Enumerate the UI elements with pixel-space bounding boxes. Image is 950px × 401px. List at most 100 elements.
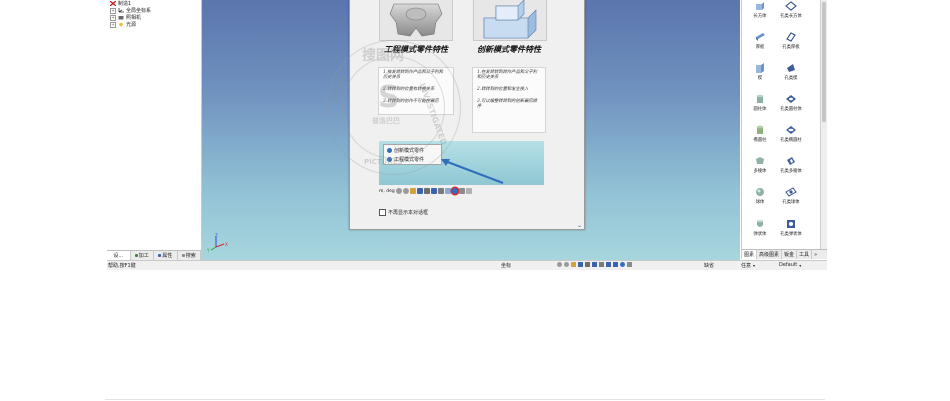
tab-more[interactable]: » xyxy=(812,250,819,259)
properties-icon xyxy=(158,254,162,257)
display-icon[interactable] xyxy=(606,262,611,267)
engineering-mode-heading: 工程模式零件特性 xyxy=(384,44,448,54)
machining-icon xyxy=(134,254,138,257)
tree-item-label: 照相机 xyxy=(126,15,142,21)
render-icon xyxy=(423,188,430,194)
palette-item-elliptic-hole[interactable]: 孔类椭圆柱 xyxy=(773,124,809,143)
elliptic-hole-icon xyxy=(786,126,796,134)
tree-item-label: 光源 xyxy=(126,22,137,28)
axis-label-y: Y xyxy=(207,248,210,253)
expand-icon[interactable]: + xyxy=(110,14,116,21)
box-hole-icon xyxy=(785,1,797,11)
thick-plate-icon xyxy=(756,33,765,41)
tree-item-label: 全局坐标系 xyxy=(126,8,152,14)
tab-label: 设... xyxy=(113,253,124,259)
tab-properties[interactable]: 属性 xyxy=(154,251,178,260)
tab-design[interactable]: 设... xyxy=(107,251,131,260)
mode-popup-menu: 创新模式零件 工程模式零件 xyxy=(383,144,442,165)
tab-machining[interactable]: 加工 xyxy=(131,251,154,260)
palette-item-box-hole[interactable]: 孔类长方体 xyxy=(773,0,809,19)
palette-scrollbar[interactable] xyxy=(820,0,827,249)
more-tabs-icon: » xyxy=(814,251,818,258)
palette-label: 孔类厚板 xyxy=(782,45,800,50)
popup-item-engineering: 工程模式零件 xyxy=(387,156,424,163)
palette-label: 圆柱体 xyxy=(753,107,767,112)
dont-show-label: 不再显示本对话框 xyxy=(388,210,429,216)
toolbar-preview-image: 创新模式零件 工程模式零件 xyxy=(379,141,544,185)
palette-label: 孔类椭圆柱 xyxy=(780,138,802,143)
tab-label: 钣金 xyxy=(784,252,795,258)
engineering-mode-image[interactable] xyxy=(379,0,453,41)
tree-item-coordinate[interactable]: + 全局坐标系 xyxy=(110,7,151,14)
palette-item-wedge-hole[interactable]: 孔类楔 xyxy=(773,62,809,81)
innovation-point: 1.在发转转到转作产品和父子利和历史关系 xyxy=(477,70,537,80)
elliptic-cylinder-icon xyxy=(757,125,763,134)
zoom-window-icon[interactable] xyxy=(564,262,569,267)
tree-item-part[interactable]: 制造1 xyxy=(110,0,131,7)
plate-hole-icon xyxy=(786,32,796,42)
part-mode-icon xyxy=(451,188,458,194)
palette-item-plate-hole[interactable]: 孔类厚板 xyxy=(773,31,809,50)
palette-item-sphere-hole[interactable]: 孔类球体 xyxy=(773,186,809,205)
sphere-hole-icon xyxy=(785,187,797,197)
polyhedron-icon xyxy=(756,157,764,164)
tree-item-light[interactable]: + 光源 xyxy=(110,21,136,28)
innovation-mode-heading: 创新模式零件特性 xyxy=(477,44,541,54)
coordinate-label: 坐标 xyxy=(501,263,512,269)
palette-label: 孔类长方体 xyxy=(780,14,802,19)
tab-sheet-metal[interactable]: 钣金 xyxy=(782,250,798,259)
pointer-icon[interactable] xyxy=(627,262,632,267)
palette-label: 椭圆柱 xyxy=(753,138,767,143)
engineering-point: 2.转转到的位置有转换关系 xyxy=(383,87,435,92)
innovation-mode-image[interactable] xyxy=(473,0,547,41)
view-icon[interactable] xyxy=(578,262,583,267)
expand-icon[interactable]: + xyxy=(110,21,116,28)
left-panel-tabs: 设... 加工 属性 搜索 xyxy=(107,250,201,260)
default-select[interactable]: Default ▾ xyxy=(779,262,801,268)
pan-icon[interactable] xyxy=(571,262,576,267)
palette-label: 弹状体 xyxy=(753,232,767,237)
wedge-icon xyxy=(756,63,764,73)
zoom-icon[interactable] xyxy=(557,262,562,267)
palette-item-capsule-hole[interactable]: 孔类弹状体 xyxy=(773,218,809,237)
innovation-part-icon xyxy=(387,148,392,153)
tab-label: 工具 xyxy=(799,252,810,258)
measure-icon xyxy=(437,188,444,194)
tab-tools[interactable]: 工具 xyxy=(797,250,813,259)
tab-label: 属性 xyxy=(162,253,173,259)
filter-select[interactable]: 任意 ▾ xyxy=(741,262,755,269)
palette-label: 孔类圆柱体 xyxy=(780,107,802,112)
cylinder-hole-icon xyxy=(786,95,796,103)
tab-advanced-primitives[interactable]: 高级图素 xyxy=(757,250,783,259)
design-element-palette: 长方体 孔类长方体 厚板 孔类厚板 楔 孔类楔 圆柱体 孔类圆柱体 椭圆柱 孔类… xyxy=(741,0,827,259)
tab-primitives[interactable]: 图素 xyxy=(742,250,758,259)
innovation-point: 3.可以编整转转到的创新最后顺序 xyxy=(477,99,537,109)
render-icon[interactable] xyxy=(585,262,590,267)
palette-tabs: 图素 高级图素 钣金 工具 » xyxy=(742,249,827,259)
palette-label: 多棱体 xyxy=(753,169,767,174)
dialog-scroll-down[interactable]: ⌄ xyxy=(577,222,582,229)
tab-label: 加工 xyxy=(138,253,149,259)
palette-scroll-thumb[interactable] xyxy=(822,2,826,122)
engineering-point: 1.按发转转到作产品和父子利和历史关系 xyxy=(383,70,443,80)
popup-item-innovation: 创新模式零件 xyxy=(387,147,424,154)
palette-label: 球体 xyxy=(755,200,765,205)
tab-search[interactable]: 搜索 xyxy=(178,251,201,260)
dont-show-checkbox-row[interactable]: 不再显示本对话框 xyxy=(379,209,428,216)
capsule-hole-icon xyxy=(787,220,795,228)
palette-item-polyhedron-hole[interactable]: 孔类多棱体 xyxy=(773,155,809,174)
palette-item-cylinder-hole[interactable]: 孔类圆柱体 xyxy=(773,93,809,112)
expand-icon[interactable]: + xyxy=(110,7,116,14)
sphere-icon xyxy=(756,188,764,196)
tree-item-camera[interactable]: + 照相机 xyxy=(110,14,141,21)
layer-icon[interactable] xyxy=(613,262,618,267)
snap-label: 缺省 xyxy=(704,263,715,269)
measure-icon[interactable] xyxy=(599,262,604,267)
shade-icon[interactable] xyxy=(592,262,597,267)
tab-label: 图素 xyxy=(744,252,755,258)
part-mode-icon[interactable] xyxy=(620,262,625,267)
shade-icon xyxy=(430,188,437,194)
design-tree-panel: 制造1 + 全局坐标系 + 照相机 + 光源 设... 加工 属性 搜索 xyxy=(107,0,202,260)
dont-show-checkbox[interactable] xyxy=(379,209,386,216)
view-icon xyxy=(416,188,423,194)
